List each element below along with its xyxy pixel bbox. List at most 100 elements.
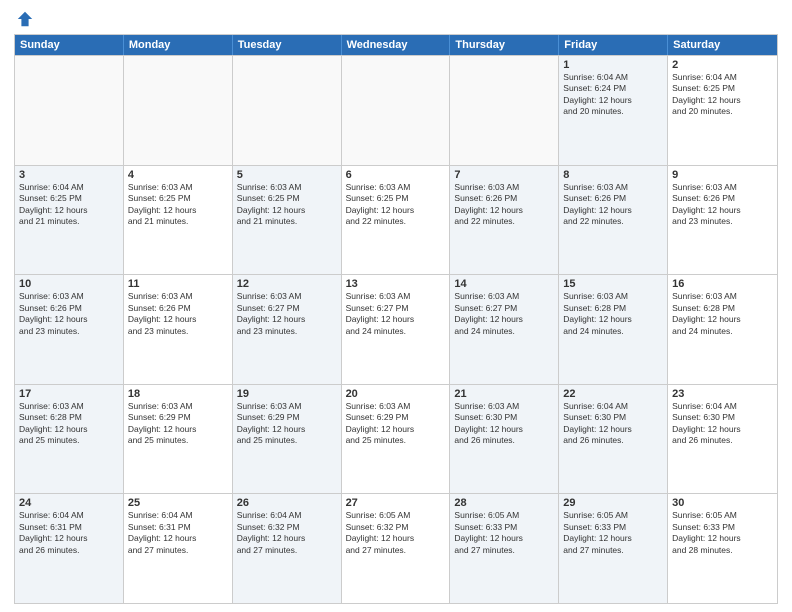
day-number: 14 xyxy=(454,278,554,290)
weekday-header: Friday xyxy=(559,35,668,55)
day-number: 28 xyxy=(454,497,554,509)
day-info: Sunrise: 6:05 AM Sunset: 6:32 PM Dayligh… xyxy=(346,510,446,556)
day-number: 1 xyxy=(563,59,663,71)
day-info: Sunrise: 6:03 AM Sunset: 6:26 PM Dayligh… xyxy=(672,182,773,228)
calendar-cell: 17Sunrise: 6:03 AM Sunset: 6:28 PM Dayli… xyxy=(15,385,124,494)
calendar-cell: 24Sunrise: 6:04 AM Sunset: 6:31 PM Dayli… xyxy=(15,494,124,603)
calendar-cell xyxy=(233,56,342,165)
calendar-cell xyxy=(124,56,233,165)
day-number: 18 xyxy=(128,388,228,400)
day-number: 13 xyxy=(346,278,446,290)
day-info: Sunrise: 6:04 AM Sunset: 6:32 PM Dayligh… xyxy=(237,510,337,556)
calendar-cell: 3Sunrise: 6:04 AM Sunset: 6:25 PM Daylig… xyxy=(15,166,124,275)
day-number: 6 xyxy=(346,169,446,181)
day-number: 3 xyxy=(19,169,119,181)
day-number: 11 xyxy=(128,278,228,290)
calendar: SundayMondayTuesdayWednesdayThursdayFrid… xyxy=(14,34,778,604)
weekday-header: Sunday xyxy=(15,35,124,55)
calendar-cell: 10Sunrise: 6:03 AM Sunset: 6:26 PM Dayli… xyxy=(15,275,124,384)
day-number: 21 xyxy=(454,388,554,400)
logo xyxy=(14,10,34,28)
day-info: Sunrise: 6:04 AM Sunset: 6:31 PM Dayligh… xyxy=(19,510,119,556)
day-number: 7 xyxy=(454,169,554,181)
day-info: Sunrise: 6:03 AM Sunset: 6:26 PM Dayligh… xyxy=(128,291,228,337)
day-info: Sunrise: 6:05 AM Sunset: 6:33 PM Dayligh… xyxy=(672,510,773,556)
day-info: Sunrise: 6:03 AM Sunset: 6:27 PM Dayligh… xyxy=(346,291,446,337)
day-info: Sunrise: 6:03 AM Sunset: 6:29 PM Dayligh… xyxy=(128,401,228,447)
calendar-row: 17Sunrise: 6:03 AM Sunset: 6:28 PM Dayli… xyxy=(15,384,777,494)
calendar-row: 1Sunrise: 6:04 AM Sunset: 6:24 PM Daylig… xyxy=(15,55,777,165)
day-info: Sunrise: 6:04 AM Sunset: 6:31 PM Dayligh… xyxy=(128,510,228,556)
day-info: Sunrise: 6:04 AM Sunset: 6:25 PM Dayligh… xyxy=(19,182,119,228)
day-info: Sunrise: 6:03 AM Sunset: 6:27 PM Dayligh… xyxy=(454,291,554,337)
calendar-cell: 25Sunrise: 6:04 AM Sunset: 6:31 PM Dayli… xyxy=(124,494,233,603)
calendar-cell: 23Sunrise: 6:04 AM Sunset: 6:30 PM Dayli… xyxy=(668,385,777,494)
day-number: 9 xyxy=(672,169,773,181)
calendar-cell: 14Sunrise: 6:03 AM Sunset: 6:27 PM Dayli… xyxy=(450,275,559,384)
calendar-cell: 28Sunrise: 6:05 AM Sunset: 6:33 PM Dayli… xyxy=(450,494,559,603)
weekday-header: Tuesday xyxy=(233,35,342,55)
day-info: Sunrise: 6:05 AM Sunset: 6:33 PM Dayligh… xyxy=(454,510,554,556)
weekday-header: Thursday xyxy=(450,35,559,55)
day-info: Sunrise: 6:05 AM Sunset: 6:33 PM Dayligh… xyxy=(563,510,663,556)
day-info: Sunrise: 6:03 AM Sunset: 6:27 PM Dayligh… xyxy=(237,291,337,337)
day-number: 2 xyxy=(672,59,773,71)
calendar-cell: 15Sunrise: 6:03 AM Sunset: 6:28 PM Dayli… xyxy=(559,275,668,384)
day-info: Sunrise: 6:03 AM Sunset: 6:25 PM Dayligh… xyxy=(346,182,446,228)
day-number: 5 xyxy=(237,169,337,181)
calendar-cell: 6Sunrise: 6:03 AM Sunset: 6:25 PM Daylig… xyxy=(342,166,451,275)
calendar-cell: 20Sunrise: 6:03 AM Sunset: 6:29 PM Dayli… xyxy=(342,385,451,494)
calendar-cell: 2Sunrise: 6:04 AM Sunset: 6:25 PM Daylig… xyxy=(668,56,777,165)
day-number: 24 xyxy=(19,497,119,509)
day-info: Sunrise: 6:03 AM Sunset: 6:25 PM Dayligh… xyxy=(128,182,228,228)
day-number: 25 xyxy=(128,497,228,509)
calendar-cell xyxy=(450,56,559,165)
day-info: Sunrise: 6:03 AM Sunset: 6:29 PM Dayligh… xyxy=(237,401,337,447)
day-info: Sunrise: 6:04 AM Sunset: 6:30 PM Dayligh… xyxy=(563,401,663,447)
day-number: 23 xyxy=(672,388,773,400)
calendar-cell: 12Sunrise: 6:03 AM Sunset: 6:27 PM Dayli… xyxy=(233,275,342,384)
day-number: 10 xyxy=(19,278,119,290)
day-number: 8 xyxy=(563,169,663,181)
day-info: Sunrise: 6:03 AM Sunset: 6:28 PM Dayligh… xyxy=(563,291,663,337)
calendar-row: 10Sunrise: 6:03 AM Sunset: 6:26 PM Dayli… xyxy=(15,274,777,384)
calendar-cell: 4Sunrise: 6:03 AM Sunset: 6:25 PM Daylig… xyxy=(124,166,233,275)
day-info: Sunrise: 6:03 AM Sunset: 6:29 PM Dayligh… xyxy=(346,401,446,447)
day-number: 26 xyxy=(237,497,337,509)
calendar-cell: 8Sunrise: 6:03 AM Sunset: 6:26 PM Daylig… xyxy=(559,166,668,275)
calendar-cell: 9Sunrise: 6:03 AM Sunset: 6:26 PM Daylig… xyxy=(668,166,777,275)
calendar-cell: 26Sunrise: 6:04 AM Sunset: 6:32 PM Dayli… xyxy=(233,494,342,603)
day-info: Sunrise: 6:03 AM Sunset: 6:26 PM Dayligh… xyxy=(563,182,663,228)
day-info: Sunrise: 6:03 AM Sunset: 6:25 PM Dayligh… xyxy=(237,182,337,228)
calendar-cell: 16Sunrise: 6:03 AM Sunset: 6:28 PM Dayli… xyxy=(668,275,777,384)
weekday-header: Monday xyxy=(124,35,233,55)
calendar-cell: 30Sunrise: 6:05 AM Sunset: 6:33 PM Dayli… xyxy=(668,494,777,603)
calendar-cell: 22Sunrise: 6:04 AM Sunset: 6:30 PM Dayli… xyxy=(559,385,668,494)
day-info: Sunrise: 6:03 AM Sunset: 6:28 PM Dayligh… xyxy=(19,401,119,447)
calendar-cell: 13Sunrise: 6:03 AM Sunset: 6:27 PM Dayli… xyxy=(342,275,451,384)
day-number: 29 xyxy=(563,497,663,509)
day-info: Sunrise: 6:03 AM Sunset: 6:28 PM Dayligh… xyxy=(672,291,773,337)
day-number: 27 xyxy=(346,497,446,509)
weekday-header: Wednesday xyxy=(342,35,451,55)
day-number: 12 xyxy=(237,278,337,290)
calendar-cell: 21Sunrise: 6:03 AM Sunset: 6:30 PM Dayli… xyxy=(450,385,559,494)
calendar-cell: 29Sunrise: 6:05 AM Sunset: 6:33 PM Dayli… xyxy=(559,494,668,603)
day-number: 20 xyxy=(346,388,446,400)
logo-icon xyxy=(16,10,34,28)
day-number: 4 xyxy=(128,169,228,181)
day-number: 30 xyxy=(672,497,773,509)
calendar-body: 1Sunrise: 6:04 AM Sunset: 6:24 PM Daylig… xyxy=(15,55,777,603)
calendar-cell: 7Sunrise: 6:03 AM Sunset: 6:26 PM Daylig… xyxy=(450,166,559,275)
day-info: Sunrise: 6:04 AM Sunset: 6:25 PM Dayligh… xyxy=(672,72,773,118)
day-number: 19 xyxy=(237,388,337,400)
day-info: Sunrise: 6:03 AM Sunset: 6:26 PM Dayligh… xyxy=(19,291,119,337)
header xyxy=(14,10,778,28)
day-info: Sunrise: 6:04 AM Sunset: 6:30 PM Dayligh… xyxy=(672,401,773,447)
calendar-cell: 5Sunrise: 6:03 AM Sunset: 6:25 PM Daylig… xyxy=(233,166,342,275)
weekday-header: Saturday xyxy=(668,35,777,55)
day-number: 17 xyxy=(19,388,119,400)
page: SundayMondayTuesdayWednesdayThursdayFrid… xyxy=(0,0,792,612)
calendar-cell: 1Sunrise: 6:04 AM Sunset: 6:24 PM Daylig… xyxy=(559,56,668,165)
day-info: Sunrise: 6:03 AM Sunset: 6:30 PM Dayligh… xyxy=(454,401,554,447)
